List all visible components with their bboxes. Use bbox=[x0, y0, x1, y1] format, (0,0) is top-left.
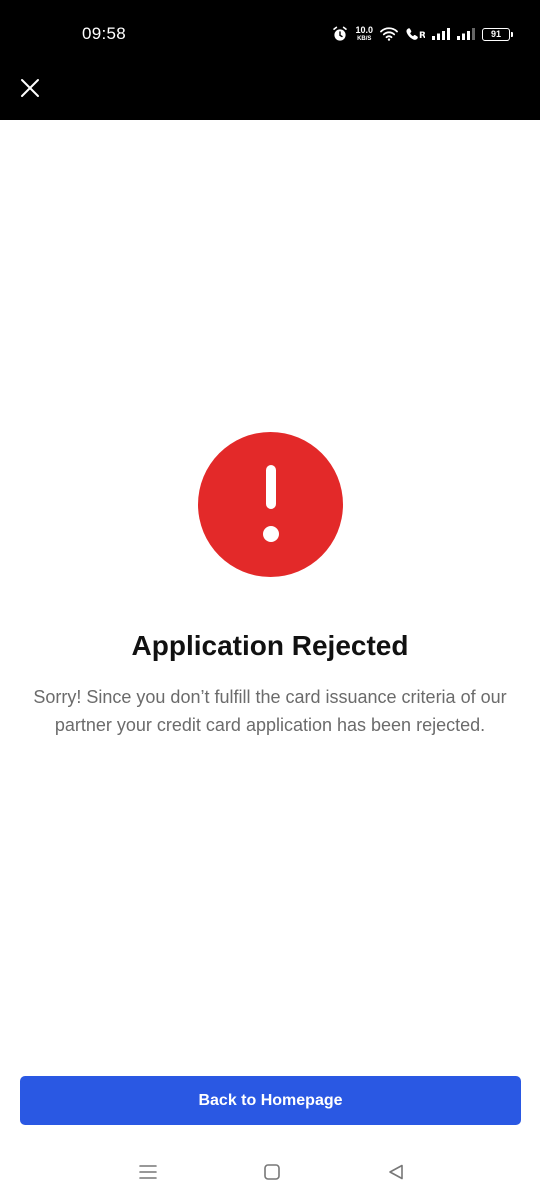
close-button[interactable] bbox=[14, 72, 46, 104]
signal-icon-sim2 bbox=[457, 28, 475, 40]
back-to-homepage-button[interactable]: Back to Homepage bbox=[20, 1076, 521, 1125]
menu-icon bbox=[139, 1165, 157, 1179]
square-icon bbox=[264, 1164, 280, 1180]
system-nav-bar bbox=[0, 1148, 540, 1200]
network-speed-unit: KB/S bbox=[357, 36, 372, 42]
recent-apps-button[interactable] bbox=[136, 1160, 160, 1184]
alarm-icon bbox=[332, 26, 348, 42]
status-time: 09:58 bbox=[82, 24, 127, 43]
battery-indicator: 91 bbox=[482, 27, 513, 41]
network-speed: 10.0 KB/S bbox=[355, 25, 373, 43]
status-bar: 09:58 10.0 KB/S R 91 bbox=[0, 0, 540, 68]
home-button[interactable] bbox=[260, 1160, 284, 1184]
rejection-message: Sorry! Since you don’t fulfill the card … bbox=[33, 687, 507, 735]
close-icon bbox=[21, 79, 39, 97]
volte-call-icon: R bbox=[405, 27, 425, 41]
signal-icon-sim1 bbox=[432, 28, 450, 40]
page-title: Application Rejected bbox=[131, 630, 409, 661]
network-speed-value: 10.0 bbox=[355, 25, 373, 35]
error-icon bbox=[198, 432, 343, 577]
back-button[interactable] bbox=[384, 1160, 408, 1184]
wifi-icon bbox=[380, 27, 398, 41]
svg-text:R: R bbox=[419, 31, 425, 41]
exclamation-icon bbox=[262, 464, 279, 542]
status-icons: 10.0 KB/S R 91 bbox=[332, 22, 513, 46]
back-triangle-icon bbox=[389, 1164, 403, 1180]
top-bar bbox=[0, 68, 540, 120]
